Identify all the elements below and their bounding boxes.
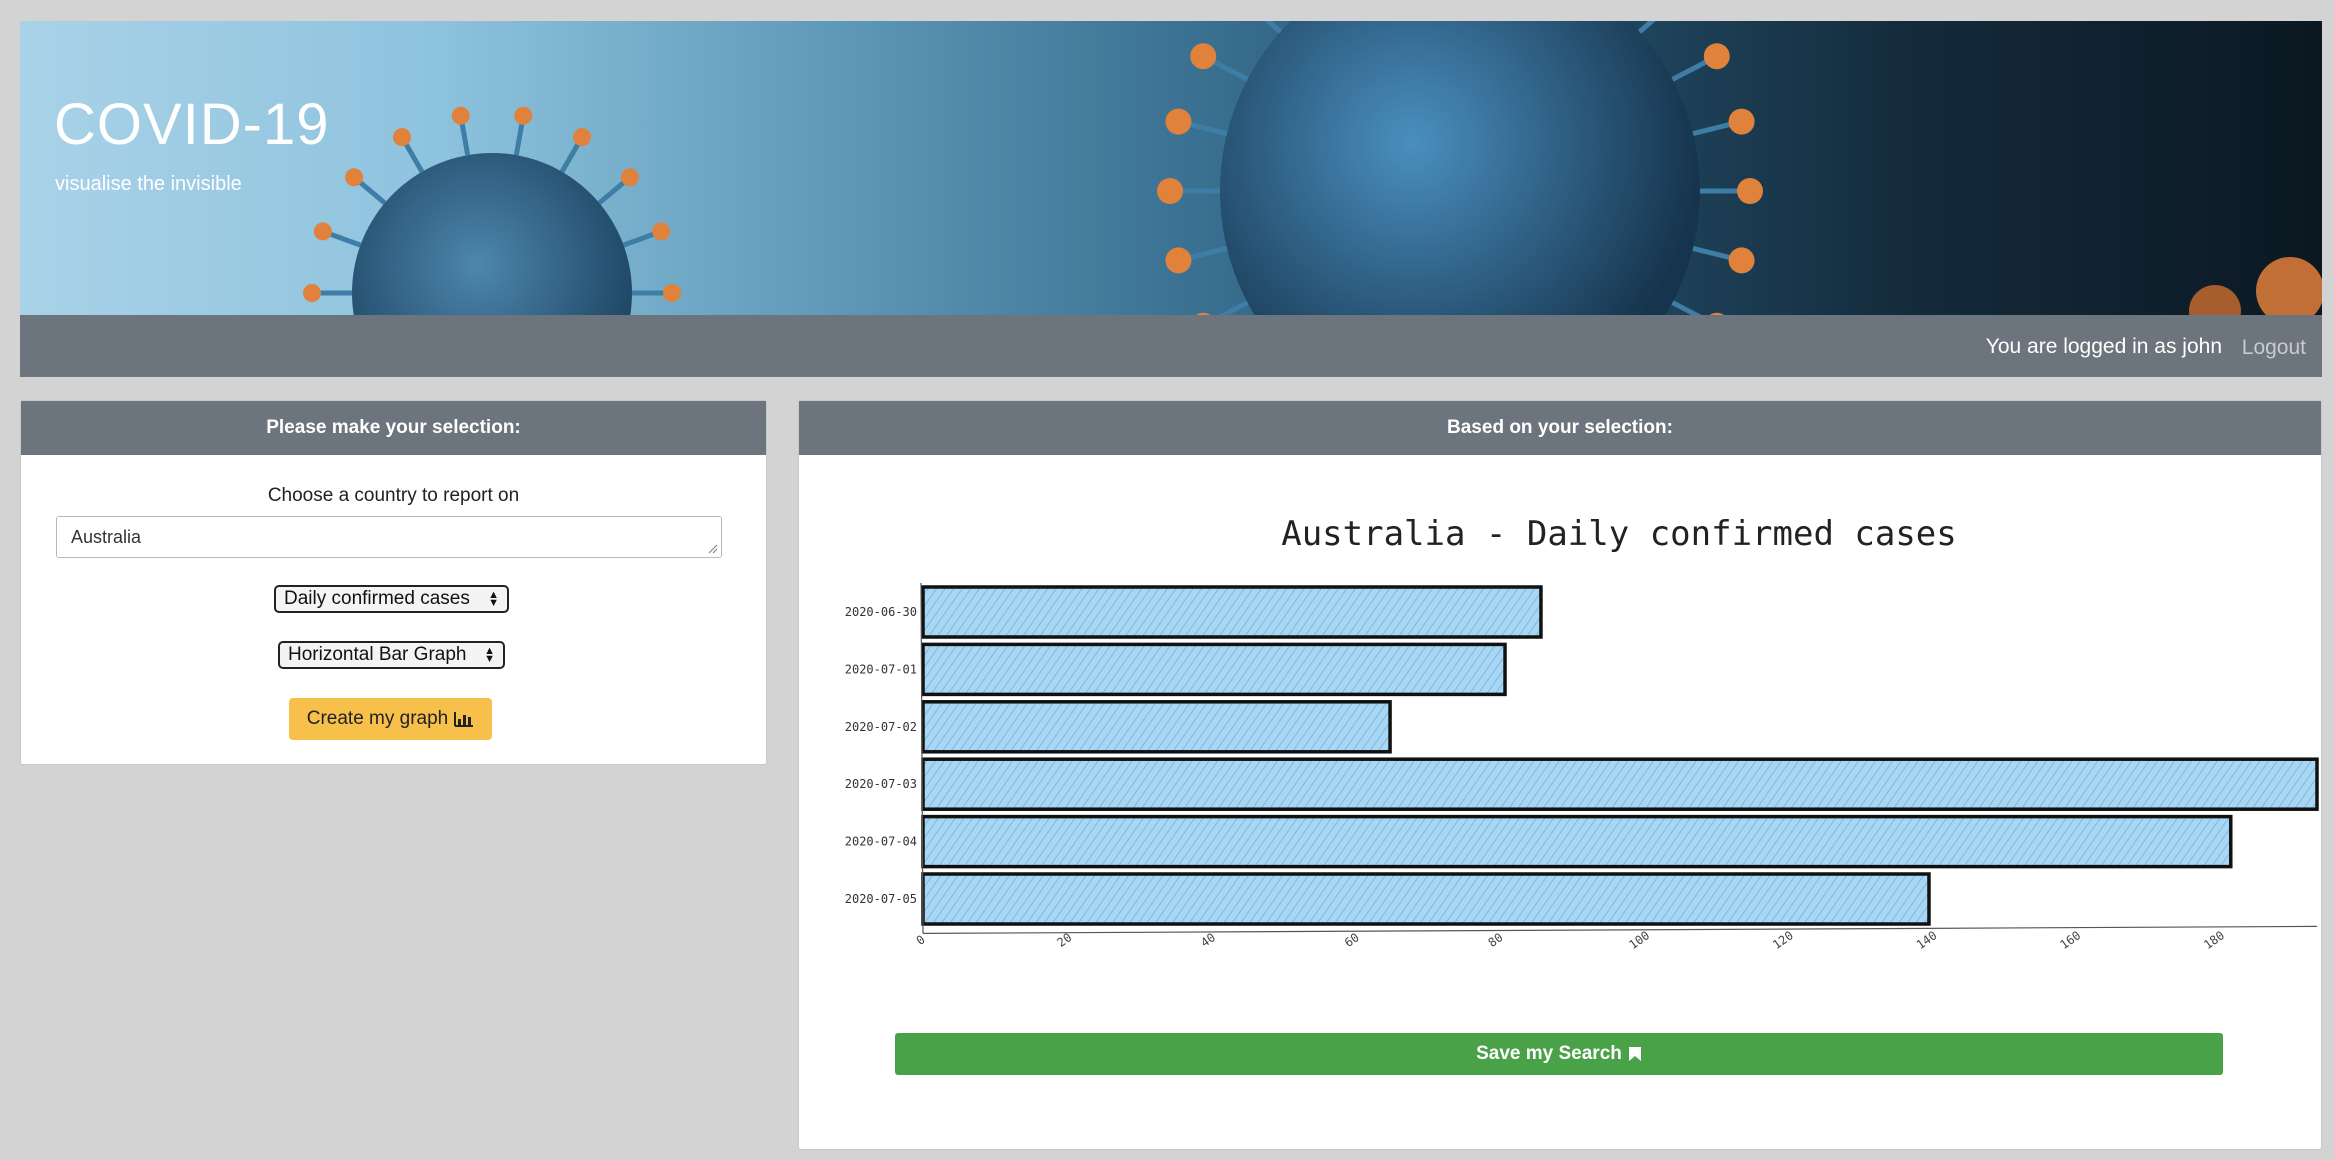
virus-spike — [1264, 21, 1283, 34]
result-panel: Based on your selection: Australia - Dai… — [798, 400, 2322, 1150]
virus-illustration — [303, 21, 2322, 315]
x-tick-label: 140 — [1914, 928, 1940, 952]
logout-link[interactable]: Logout — [2242, 336, 2306, 360]
header-banner: COVID-19 visualise the invisible — [20, 21, 2322, 315]
app-subtitle: visualise the invisible — [55, 173, 242, 195]
virus-spike — [1637, 21, 1656, 34]
virus-spike — [1671, 300, 1702, 315]
y-tick-label: 2020-07-01 — [845, 662, 917, 676]
chart-title: Australia - Daily confirmed cases — [1281, 514, 1957, 554]
virus-spike-tip — [1190, 43, 1217, 70]
virus-spike-tip — [573, 128, 591, 147]
virus-spike — [1218, 300, 1249, 315]
x-tick-label: 80 — [1486, 930, 1506, 950]
login-status: You are logged in as john — [1985, 335, 2222, 358]
top-navbar: You are logged in as john Logout — [20, 315, 2322, 377]
virus-spike-tip — [303, 284, 321, 302]
virus-spike-tip — [514, 106, 533, 125]
bookmark-icon — [1628, 1047, 1641, 1061]
graph-type-select-value: Horizontal Bar Graph — [288, 644, 467, 665]
bar-2020-07-02 — [921, 700, 1392, 754]
selection-panel: Please make your selection: Choose a cou… — [20, 400, 767, 765]
app-title: COVID-19 — [54, 92, 330, 157]
virus-spike-tip — [652, 222, 671, 241]
x-tick-label: 160 — [2057, 928, 2083, 952]
y-tick-label: 2020-06-30 — [845, 605, 917, 619]
save-search-label: Save my Search — [1476, 1043, 1622, 1064]
x-tick-label: 0 — [914, 932, 928, 948]
metric-select-value: Daily confirmed cases — [284, 588, 470, 609]
x-tick-label: 100 — [1626, 928, 1652, 952]
country-input[interactable] — [56, 516, 722, 558]
bar-chart-icon — [454, 712, 474, 727]
select-arrows-icon: ▲ ▼ — [484, 645, 495, 665]
virus-spike-tip — [1703, 43, 1730, 70]
virus-spike-tip — [1165, 247, 1192, 274]
graph-type-select[interactable]: Horizontal Bar Graph ▲ ▼ — [278, 641, 505, 669]
x-tick-label: 40 — [1198, 930, 1218, 950]
y-tick-label: 2020-07-05 — [845, 892, 917, 906]
y-tick-label: 2020-07-04 — [845, 835, 917, 849]
virus-spike-tip — [1728, 108, 1755, 135]
virus-spike-tip — [451, 106, 470, 125]
y-tick-label: 2020-07-03 — [845, 777, 917, 791]
country-label: Choose a country to report on — [267, 485, 520, 506]
confirmed-cases-chart: Australia - Daily confirmed cases 0 20 40 6… — [845, 514, 2319, 952]
virus-spike-tip — [620, 168, 639, 187]
y-tick-label: 2020-07-02 — [845, 720, 917, 734]
bar-2020-07-03 — [921, 757, 2319, 811]
virus-spike-tip — [1157, 178, 1183, 204]
bar-2020-06-30 — [921, 585, 1543, 639]
save-search-button[interactable]: Save my Search — [895, 1033, 2223, 1075]
virus-spike-tip — [393, 128, 411, 147]
virus-spike-tip — [1728, 247, 1755, 274]
resize-grip-icon[interactable] — [708, 544, 718, 554]
bar-2020-07-01 — [921, 642, 1507, 697]
metric-select[interactable]: Daily confirmed cases ▲ ▼ — [274, 585, 509, 613]
bar-2020-07-05 — [921, 872, 1931, 926]
selection-panel-header: Please make your selection: — [21, 401, 766, 455]
x-axis-line — [922, 925, 2318, 934]
x-tick-label: 120 — [1770, 928, 1796, 952]
create-graph-button[interactable]: Create my graph — [289, 698, 492, 740]
x-tick-label: 180 — [2201, 928, 2227, 952]
virus-spike-tip — [313, 222, 332, 241]
virus-spike-tip — [1165, 108, 1192, 135]
virus-spike-tip — [1737, 178, 1763, 204]
x-tick-label: 60 — [1342, 930, 1362, 950]
create-graph-label: Create my graph — [306, 708, 449, 729]
result-panel-header: Based on your selection: — [799, 401, 2321, 455]
virus-spike-tip — [345, 168, 364, 187]
select-arrows-icon: ▲ ▼ — [488, 589, 499, 609]
bar-2020-07-04 — [921, 814, 2233, 869]
virus-spike-tip — [663, 284, 681, 302]
